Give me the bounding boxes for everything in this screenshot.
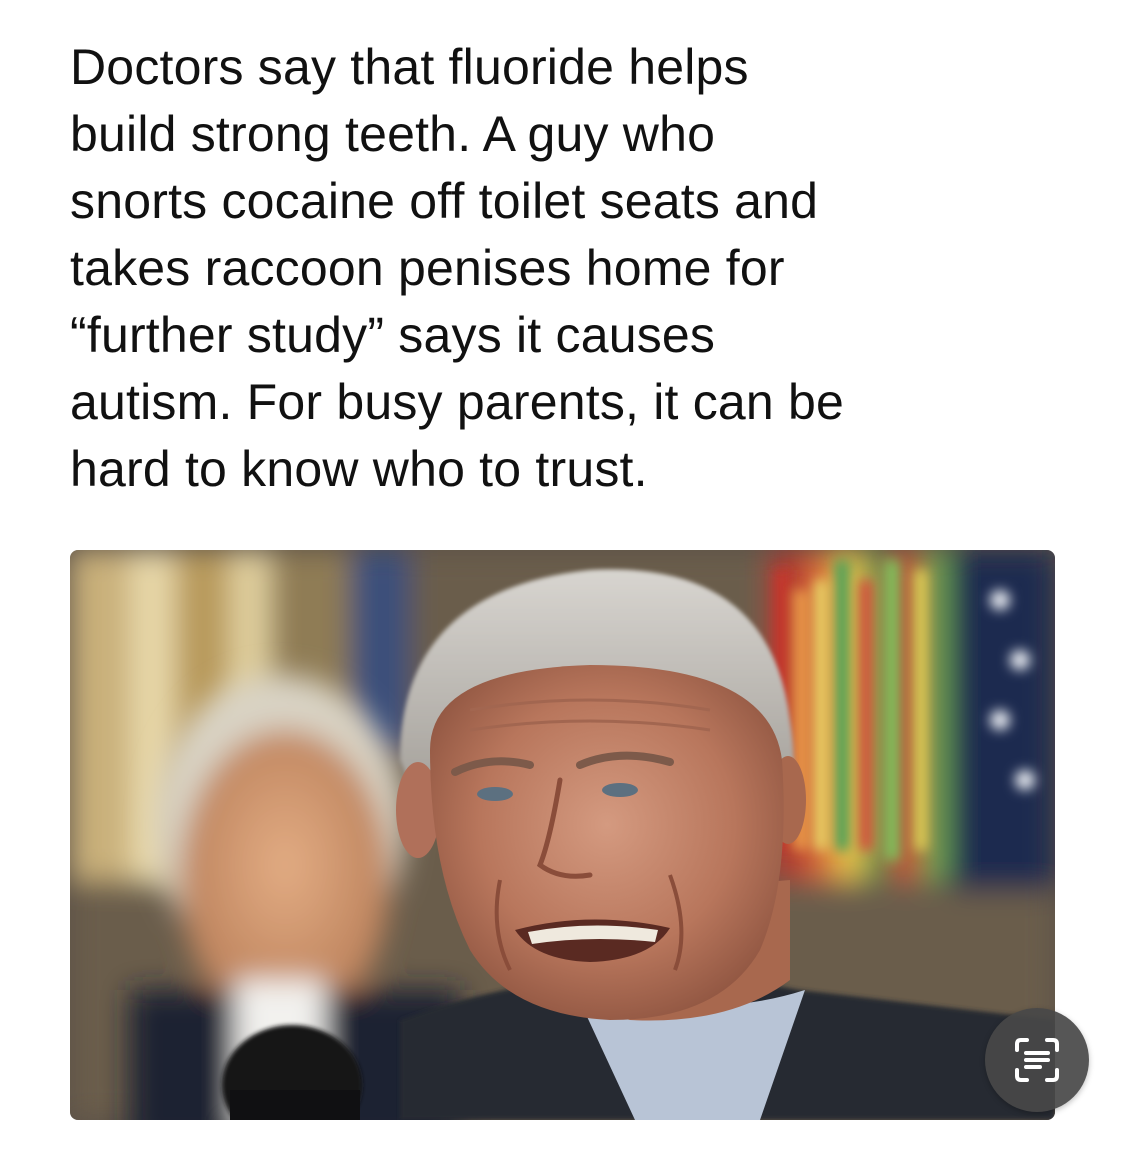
caption-line-7: hard to know who to trust. xyxy=(70,441,648,497)
news-photo[interactable] xyxy=(70,550,1055,1120)
caption-line-1: Doctors say that fluoride helps xyxy=(70,39,749,95)
caption-line-5: “further study” says it causes xyxy=(70,307,716,363)
caption-line-3: snorts cocaine off toilet seats and xyxy=(70,173,819,229)
live-text-icon xyxy=(1015,1038,1059,1082)
caption-line-4: takes raccoon penises home for xyxy=(70,240,785,296)
live-text-button[interactable] xyxy=(985,1008,1089,1112)
caption-line-2: build strong teeth. A guy who xyxy=(70,106,716,162)
post-caption: Doctors say that fluoride helps build st… xyxy=(70,34,1080,503)
caption-line-6: autism. For busy parents, it can be xyxy=(70,374,845,430)
photo-illustration xyxy=(70,550,1055,1120)
